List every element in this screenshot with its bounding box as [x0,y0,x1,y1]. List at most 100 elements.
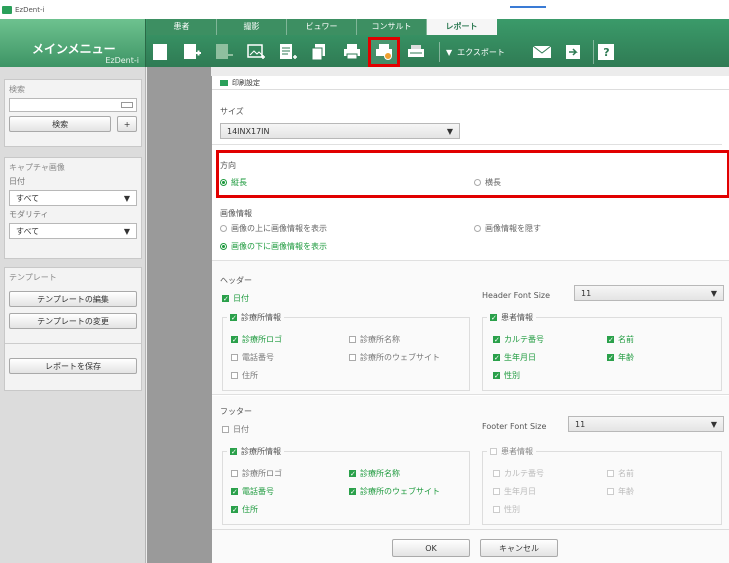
footer-phone-checkbox[interactable]: ✓ 電話番号 [231,486,274,497]
left-sidebar: 検索 検索 + キャプチャ画像 日付 すべて ▼ モダリティ すべて ▼ テンプ… [0,67,146,563]
header-clinic-logo-label: 診療所ロゴ [242,335,282,344]
footer-clinic-checkbox[interactable]: ✓ 診療所情報 [227,446,284,457]
header-area: ヘッダー ✓ 日付 Header Font Size 11 ▼ ✓ 診療所情報 … [212,260,729,395]
info-above-label: 画像の上に画像情報を表示 [231,224,327,233]
footer-name-checkbox: 名前 [607,468,634,479]
header-clinic-name-checkbox[interactable]: 診療所名称 [349,334,400,345]
tab-viewer[interactable]: ビュワー [287,19,357,35]
footer-clinic-logo-checkbox[interactable]: 診療所ロゴ [231,468,282,479]
export-dropdown[interactable]: ▼ エクスポート [439,42,505,62]
info-below-label: 画像の下に画像情報を表示 [231,242,327,251]
divider [212,144,722,145]
add-text-icon[interactable] [275,40,301,64]
footer-clinic-logo-label: 診療所ロゴ [242,469,282,478]
header-clinic-name-label: 診療所名称 [360,335,400,344]
chevron-down-icon: ▼ [710,419,717,429]
header-date-checkbox[interactable]: ✓ 日付 [222,293,249,304]
footer-clinic-name-label: 診療所名称 [360,469,400,478]
image-info-section: 画像情報 画像の上に画像情報を表示 画像情報を隠す 画像の下に画像情報を表示 [220,208,729,255]
footer-font-size-select[interactable]: 11 ▼ [568,416,724,432]
size-value: 14INX17IN [227,126,270,136]
tab-capture[interactable]: 撮影 [217,19,287,35]
checkbox-icon [490,448,497,455]
edit-template-button[interactable]: テンプレートの編集 [9,291,137,307]
header-name-label: 名前 [618,335,634,344]
header-address-checkbox[interactable]: 住所 [231,370,258,381]
header-chart-no-checkbox[interactable]: ✓ カルテ番号 [493,334,544,345]
window-titlebar: EzDent-i [0,0,729,19]
checkbox-icon [349,354,356,361]
header-age-checkbox[interactable]: ✓ 年齢 [607,352,634,363]
checkbox-icon [231,470,238,477]
footer-website-label: 診療所のウェブサイト [360,487,440,496]
checkbox-icon [349,336,356,343]
header-website-checkbox[interactable]: 診療所のウェブサイト [349,352,440,363]
copy-icon[interactable] [307,40,333,64]
add-image-icon[interactable] [243,40,269,64]
modality-filter-select[interactable]: すべて ▼ [9,223,137,239]
scanner-icon[interactable] [403,40,429,64]
tab-report[interactable]: レポート [427,19,497,35]
checkbox-icon [231,372,238,379]
mail-icon[interactable] [529,40,555,64]
header-address-label: 住所 [242,371,258,380]
checkbox-icon [231,354,238,361]
header-sex-checkbox[interactable]: ✓ 性別 [493,370,520,381]
header-clinic-logo-checkbox[interactable]: ✓ 診療所ロゴ [231,334,282,345]
checkmark-icon: ✓ [349,470,356,478]
help-icon[interactable]: ? [592,40,619,64]
search-button[interactable]: 検索 [9,116,112,132]
checkmark-icon: ✓ [607,354,614,362]
dialog-title: 印刷設定 [232,78,260,87]
change-template-button[interactable]: テンプレートの変更 [9,313,137,329]
modality-filter-label: モダリティ [9,210,49,219]
checkbox-icon [493,506,500,513]
header-clinic-checkbox[interactable]: ✓ 診療所情報 [227,312,284,323]
footer-website-checkbox[interactable]: ✓ 診療所のウェブサイト [349,486,440,497]
cancel-button[interactable]: キャンセル [480,539,558,557]
size-label: サイズ [220,107,244,116]
header-font-size-select[interactable]: 11 ▼ [574,285,724,301]
search-panel: 検索 検索 + [4,79,142,147]
add-search-button[interactable]: + [117,116,137,132]
add-template-icon[interactable] [179,40,205,64]
footer-name-label: 名前 [618,469,634,478]
footer-date-checkbox[interactable]: 日付 [222,424,249,435]
date-filter-select[interactable]: すべて ▼ [9,190,137,206]
info-hide-radio[interactable]: 画像情報を隠す [474,223,541,234]
footer-patient-group: 患者情報 カルテ番号 名前 生年月日 年齢 性別 [482,446,722,525]
tab-patient[interactable]: 患者 [147,19,217,35]
header-phone-checkbox[interactable]: 電話番号 [231,352,274,363]
keyboard-icon[interactable] [121,102,133,108]
tab-consult[interactable]: コンサルト [357,19,427,35]
info-above-radio[interactable]: 画像の上に画像情報を表示 [220,223,327,234]
print-icon[interactable] [339,40,365,64]
share-icon[interactable] [561,40,587,64]
size-select[interactable]: 14INX17IN ▼ [220,123,460,139]
header-name-checkbox[interactable]: ✓ 名前 [607,334,634,345]
info-below-radio[interactable]: 画像の下に画像情報を表示 [220,241,327,252]
capture-label: キャプチャ画像 [9,163,65,172]
checkmark-icon: ✓ [230,448,237,456]
print-settings-icon[interactable] [368,37,400,67]
dialog-icon [220,79,228,86]
header-phone-label: 電話番号 [242,353,274,362]
header-birthdate-checkbox[interactable]: ✓ 生年月日 [493,352,536,363]
footer-clinic-name-checkbox[interactable]: ✓ 診療所名称 [349,468,400,479]
ok-button[interactable]: OK [392,539,470,557]
search-input[interactable] [9,98,137,112]
radio-dot [220,243,227,250]
footer-address-checkbox[interactable]: ✓ 住所 [231,504,258,515]
radio-dot [220,225,227,232]
save-report-button[interactable]: レポートを保存 [9,358,137,374]
date-filter-value: すべて [16,193,40,203]
main-menu-button[interactable]: メインメニュー EzDent-i [0,19,146,67]
header-age-label: 年齢 [618,353,634,362]
header-patient-checkbox[interactable]: ✓ 患者情報 [487,312,536,323]
header-date-label: 日付 [233,294,249,303]
footer-patient-checkbox[interactable]: 患者情報 [487,446,536,457]
new-report-icon[interactable] [147,40,173,64]
checkmark-icon: ✓ [493,354,500,362]
delete-icon[interactable] [211,40,237,64]
footer-chart-no-label: カルテ番号 [504,469,544,478]
